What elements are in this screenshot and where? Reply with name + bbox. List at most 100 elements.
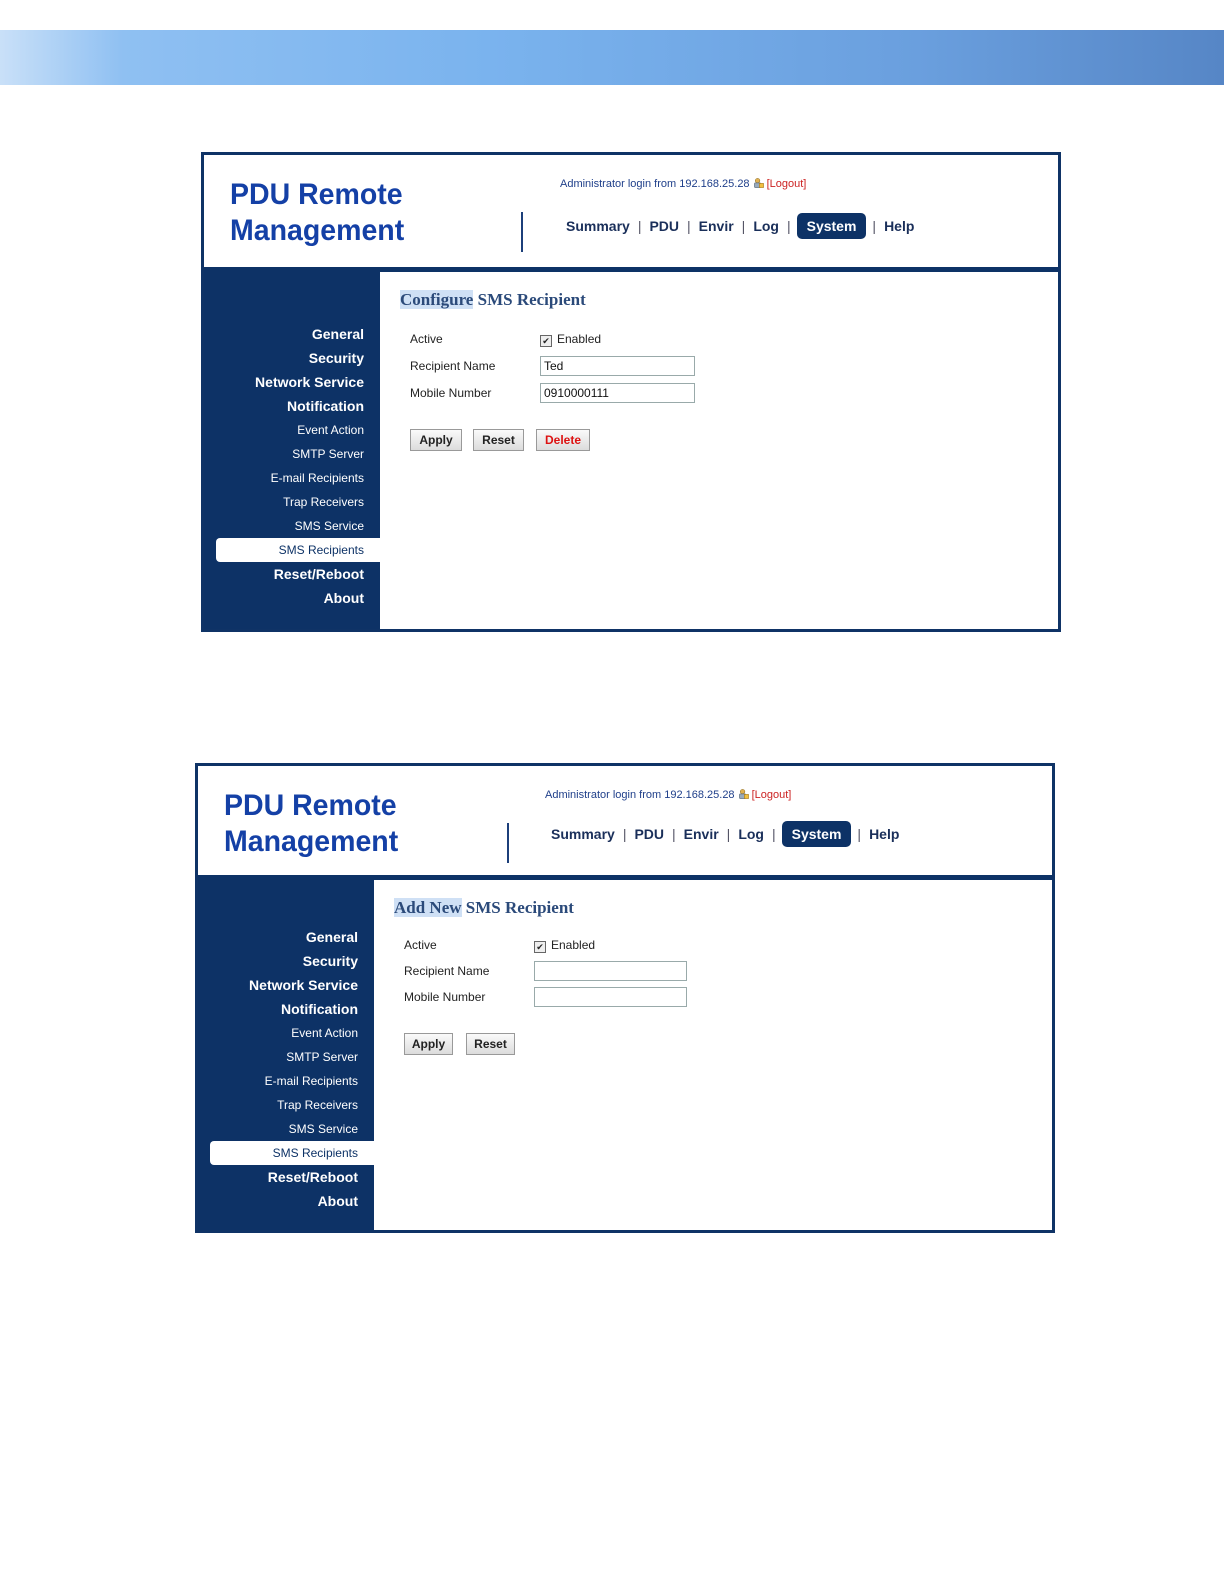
- nav-separator: |: [672, 826, 676, 842]
- logout-link[interactable]: [Logout]: [767, 178, 807, 190]
- logo: PDU Remote Management: [230, 177, 404, 249]
- recipient-name-input[interactable]: [534, 961, 687, 981]
- header-divider: [521, 212, 523, 252]
- reset-button[interactable]: Reset: [473, 429, 524, 451]
- login-text: Administrator login from 192.168.25.28: [560, 178, 750, 190]
- nav-separator: |: [637, 218, 642, 234]
- sidebar-item-email-recipients[interactable]: E-mail Recipients: [198, 1069, 374, 1093]
- logout-link[interactable]: [Logout]: [752, 789, 792, 801]
- sidebar-item-trap-receivers[interactable]: Trap Receivers: [198, 1093, 374, 1117]
- page-title-rest: SMS Recipient: [461, 898, 574, 917]
- nav-envir[interactable]: Envir: [678, 826, 725, 842]
- login-status: Administrator login from 192.168.25.28 [L…: [560, 177, 806, 190]
- sidebar-item-smtp-server[interactable]: SMTP Server: [198, 1045, 374, 1069]
- page-title: Add New SMS Recipient: [394, 898, 574, 918]
- enabled-label: Enabled: [551, 938, 596, 952]
- sidebar-item-general[interactable]: General: [204, 322, 380, 346]
- recipient-name-label: Recipient Name: [404, 964, 490, 978]
- sidebar-item-network-service[interactable]: Network Service: [204, 370, 380, 394]
- nav-separator: |: [857, 826, 862, 842]
- user-lock-icon: [753, 178, 764, 188]
- sidebar-item-email-recipients[interactable]: E-mail Recipients: [204, 466, 380, 490]
- sidebar-menu: General Security Network Service Notific…: [198, 925, 374, 1213]
- active-field: ✔ Enabled: [540, 332, 601, 347]
- header: PDU Remote Management Administrator logi…: [198, 766, 1052, 878]
- logo-line1: PDU Remote: [230, 178, 403, 211]
- top-nav: Summary | PDU | Envir | Log | System | Help: [560, 211, 920, 241]
- sidebar-item-about[interactable]: About: [198, 1189, 374, 1213]
- nav-system[interactable]: System: [796, 213, 867, 239]
- sidebar-item-event-action[interactable]: Event Action: [198, 1021, 374, 1045]
- sidebar-item-security[interactable]: Security: [198, 949, 374, 973]
- nav-separator: |: [687, 218, 691, 234]
- nav-separator: |: [872, 218, 877, 234]
- sidebar-item-sms-recipients[interactable]: SMS Recipients: [210, 1141, 374, 1165]
- nav-pdu[interactable]: PDU: [643, 218, 685, 234]
- logo-line2: Management: [230, 214, 405, 247]
- login-status: Administrator login from 192.168.25.28 [L…: [545, 788, 791, 801]
- nav-separator: |: [771, 826, 776, 842]
- nav-separator: |: [622, 826, 627, 842]
- active-field: ✔ Enabled: [534, 938, 595, 953]
- sidebar-item-about[interactable]: About: [204, 586, 380, 610]
- nav-envir[interactable]: Envir: [693, 218, 740, 234]
- sidebar: General Security Network Service Notific…: [204, 267, 380, 629]
- nav-system[interactable]: System: [781, 821, 852, 847]
- nav-summary[interactable]: Summary: [560, 218, 636, 234]
- sidebar-item-network-service[interactable]: Network Service: [198, 973, 374, 997]
- add-sms-recipient-panel: PDU Remote Management Administrator logi…: [195, 763, 1055, 1233]
- logo-line2: Management: [224, 825, 399, 858]
- content-area: Add New SMS Recipient Active ✔ Enabled Re…: [374, 880, 1052, 1230]
- sidebar-item-trap-receivers[interactable]: Trap Receivers: [204, 490, 380, 514]
- sidebar-item-sms-service[interactable]: SMS Service: [198, 1117, 374, 1141]
- nav-summary[interactable]: Summary: [545, 826, 621, 842]
- enabled-checkbox[interactable]: ✔: [534, 941, 546, 953]
- sidebar-item-sms-recipients[interactable]: SMS Recipients: [216, 538, 380, 562]
- sidebar-item-reset-reboot[interactable]: Reset/Reboot: [204, 562, 380, 586]
- nav-pdu[interactable]: PDU: [628, 826, 670, 842]
- sidebar-item-general[interactable]: General: [198, 925, 374, 949]
- nav-log[interactable]: Log: [747, 218, 785, 234]
- recipient-name-label: Recipient Name: [410, 359, 496, 373]
- sidebar-item-sms-service[interactable]: SMS Service: [204, 514, 380, 538]
- apply-button[interactable]: Apply: [410, 429, 462, 451]
- active-label: Active: [404, 938, 437, 952]
- logo-line1: PDU Remote: [224, 789, 397, 822]
- login-text: Administrator login from 192.168.25.28: [545, 789, 735, 801]
- sidebar-item-event-action[interactable]: Event Action: [204, 418, 380, 442]
- sidebar-menu: General Security Network Service Notific…: [204, 322, 380, 610]
- nav-help[interactable]: Help: [863, 826, 905, 842]
- sidebar-item-smtp-server[interactable]: SMTP Server: [204, 442, 380, 466]
- reset-button[interactable]: Reset: [466, 1033, 515, 1055]
- nav-separator: |: [741, 218, 746, 234]
- enabled-checkbox[interactable]: ✔: [540, 335, 552, 347]
- page-title-highlight: Add New: [394, 898, 462, 917]
- nav-separator: |: [786, 218, 791, 234]
- configure-sms-recipient-panel: PDU Remote Management Administrator logi…: [201, 152, 1061, 632]
- sidebar-item-notification[interactable]: Notification: [198, 997, 374, 1021]
- sidebar-item-reset-reboot[interactable]: Reset/Reboot: [198, 1165, 374, 1189]
- header-divider: [507, 823, 509, 863]
- page-title-highlight: Configure: [400, 290, 474, 309]
- nav-log[interactable]: Log: [732, 826, 770, 842]
- user-lock-icon: [738, 789, 749, 799]
- mobile-number-input[interactable]: 0910000111: [540, 383, 695, 403]
- recipient-name-input[interactable]: Ted: [540, 356, 695, 376]
- active-label: Active: [410, 332, 443, 346]
- mobile-number-label: Mobile Number: [410, 386, 492, 400]
- nav-separator: |: [726, 826, 731, 842]
- mobile-number-input[interactable]: [534, 987, 687, 1007]
- sidebar-item-security[interactable]: Security: [204, 346, 380, 370]
- apply-button[interactable]: Apply: [404, 1033, 453, 1055]
- delete-button[interactable]: Delete: [536, 429, 590, 451]
- page-title-rest: SMS Recipient: [473, 290, 586, 309]
- enabled-label: Enabled: [557, 332, 602, 346]
- top-nav: Summary | PDU | Envir | Log | System | Help: [545, 819, 905, 849]
- header: PDU Remote Management Administrator logi…: [204, 155, 1058, 267]
- logo: PDU Remote Management: [224, 788, 398, 860]
- sidebar-item-notification[interactable]: Notification: [204, 394, 380, 418]
- page-title: Configure SMS Recipient: [400, 290, 586, 310]
- nav-help[interactable]: Help: [878, 218, 920, 234]
- content-area: Configure SMS Recipient Active ✔ Enabled …: [380, 272, 1058, 629]
- top-banner: [0, 30, 1224, 85]
